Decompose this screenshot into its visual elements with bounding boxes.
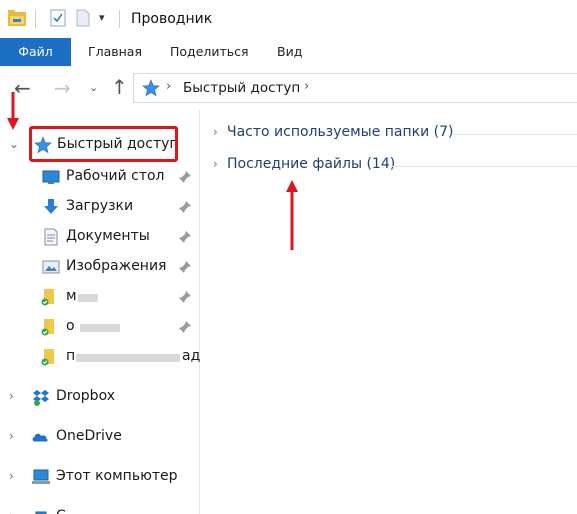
folder-icon[interactable]: [8, 10, 26, 26]
tab-view[interactable]: Вид: [277, 38, 302, 66]
chevron-right-icon[interactable]: ›: [9, 509, 14, 514]
quick-access-star-icon: [142, 79, 160, 97]
annotation-arrow-down: [7, 92, 19, 130]
download-icon: [44, 199, 58, 214]
chevron-right-icon[interactable]: ›: [9, 429, 14, 443]
nav-item-folder[interactable]: п ад: [0, 342, 200, 372]
title-bar: ▾ Проводник: [0, 0, 577, 38]
pin-icon[interactable]: [178, 230, 192, 244]
pin-icon[interactable]: [178, 320, 192, 334]
annotation-arrow-up: [286, 180, 298, 250]
tab-home[interactable]: Главная: [88, 38, 142, 66]
breadcrumb-chevron-icon[interactable]: ›: [166, 79, 171, 94]
title-separator: [35, 10, 36, 28]
nav-item-pictures[interactable]: Изображения: [0, 252, 200, 282]
chevron-right-icon[interactable]: ›: [9, 389, 14, 403]
group-divider: [391, 166, 577, 167]
nav-item-label: о: [66, 318, 75, 334]
breadcrumb-quick-access[interactable]: Быстрый доступ: [183, 80, 300, 96]
folder-synced-icon: [41, 319, 54, 336]
nav-item-documents[interactable]: Документы: [0, 222, 200, 252]
folder-synced-icon: [41, 349, 54, 366]
navigation-pane: ⌄ Быстрый доступ Рабочий стол Загрузки Д…: [0, 110, 200, 514]
properties-icon[interactable]: [50, 9, 66, 27]
nav-item-network[interactable]: › С: [0, 502, 200, 514]
nav-item-desktop[interactable]: Рабочий стол: [0, 162, 200, 192]
folder-synced-icon: [41, 289, 54, 306]
address-bar[interactable]: › Быстрый доступ ›: [133, 73, 577, 103]
desktop-icon: [42, 170, 60, 184]
pin-icon[interactable]: [178, 200, 192, 214]
title-separator: [119, 10, 120, 28]
nav-item-folder[interactable]: м: [0, 282, 200, 312]
recent-locations-icon[interactable]: ⌄: [89, 81, 98, 94]
nav-item-label: м: [66, 288, 77, 304]
onedrive-cloud-icon: [32, 433, 48, 442]
nav-item-label: Загрузки: [66, 198, 134, 214]
nav-item-label: С: [56, 508, 66, 514]
new-folder-icon[interactable]: [76, 9, 90, 27]
nav-item-downloads[interactable]: Загрузки: [0, 192, 200, 222]
redacted-text: [76, 354, 180, 362]
forward-arrow-icon[interactable]: →: [54, 76, 71, 100]
tab-share[interactable]: Поделиться: [170, 38, 249, 66]
pin-icon[interactable]: [178, 290, 192, 304]
navigation-bar: ← → ⌄ ↑ › Быстрый доступ ›: [0, 66, 577, 110]
nav-item-label: Изображения: [66, 258, 167, 274]
nav-item-label: Этот компьютер: [56, 468, 178, 484]
nav-item-label: Рабочий стол: [66, 168, 165, 184]
redacted-text: [78, 294, 98, 302]
pin-icon[interactable]: [178, 170, 192, 184]
window-title: Проводник: [131, 11, 213, 27]
breadcrumb-chevron-icon[interactable]: ›: [304, 79, 309, 94]
nav-item-label: Документы: [66, 228, 150, 244]
nav-item-this-pc[interactable]: › Этот компьютер: [0, 462, 200, 492]
chevron-right-icon[interactable]: ›: [213, 157, 218, 171]
nav-item-label: OneDrive: [56, 428, 122, 444]
chevron-right-icon[interactable]: ›: [9, 469, 14, 483]
pictures-icon: [42, 260, 60, 274]
up-arrow-icon[interactable]: ↑: [111, 75, 128, 99]
annotation-highlight-box: [29, 126, 178, 162]
group-divider: [453, 134, 577, 135]
group-frequent-folders[interactable]: › Часто используемые папки (7): [213, 122, 577, 146]
chevron-down-icon[interactable]: ⌄: [9, 137, 19, 151]
nav-item-onedrive[interactable]: › OneDrive: [0, 422, 200, 452]
tab-file[interactable]: Файл: [0, 38, 71, 66]
group-header-label: Часто используемые папки (7): [227, 124, 454, 140]
nav-item-label-end: ад: [182, 348, 201, 364]
ribbon-tabs: Файл Главная Поделиться Вид: [0, 38, 577, 66]
content-pane: › Часто используемые папки (7) › Последн…: [201, 110, 577, 514]
nav-item-label: п: [66, 348, 76, 364]
chevron-right-icon[interactable]: ›: [213, 125, 218, 139]
computer-icon: [32, 469, 50, 484]
documents-icon: [44, 228, 58, 246]
group-recent-files[interactable]: › Последние файлы (14): [213, 154, 577, 178]
nav-item-dropbox[interactable]: › Dropbox: [0, 382, 200, 412]
redacted-text: [80, 324, 120, 332]
group-header-label: Последние файлы (14): [227, 156, 396, 172]
customize-toolbar-icon[interactable]: ▾: [99, 11, 105, 24]
pin-icon[interactable]: [178, 260, 192, 274]
dropbox-icon: [33, 390, 49, 406]
nav-item-folder[interactable]: о: [0, 312, 200, 342]
network-icon: [35, 511, 47, 514]
nav-item-label: Dropbox: [56, 388, 115, 404]
